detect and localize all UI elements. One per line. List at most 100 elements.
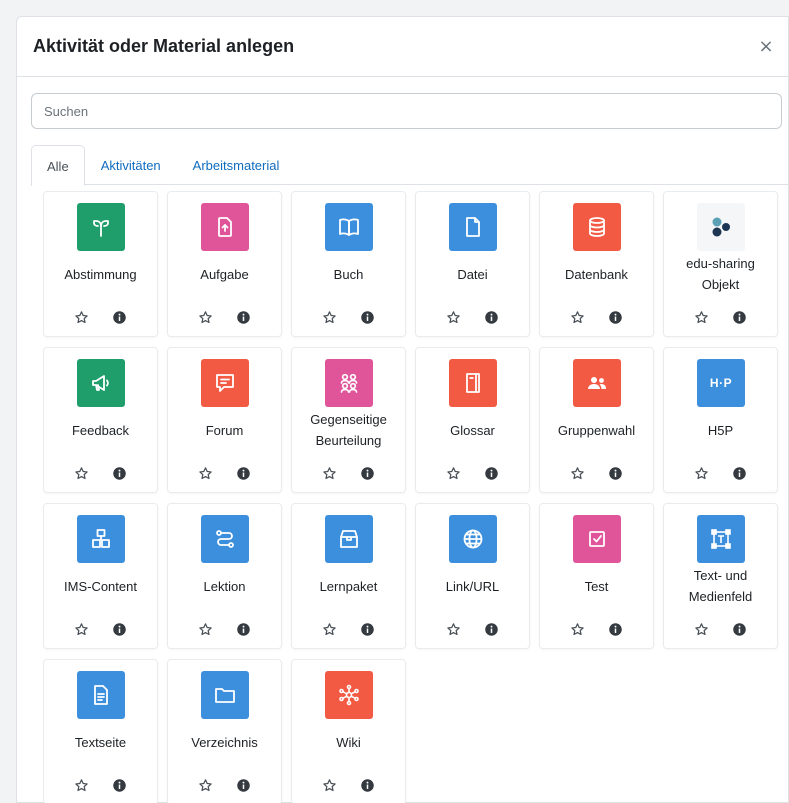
info-icon[interactable] bbox=[111, 776, 129, 794]
info-icon[interactable] bbox=[607, 620, 625, 638]
star-icon[interactable] bbox=[321, 308, 339, 326]
glossary-icon bbox=[449, 359, 497, 407]
info-icon[interactable] bbox=[235, 776, 253, 794]
module-tile[interactable]: Text- und Medienfeld bbox=[663, 503, 778, 649]
module-actions bbox=[540, 618, 653, 640]
star-icon[interactable] bbox=[321, 620, 339, 638]
module-tile[interactable]: H·P H5P bbox=[663, 347, 778, 493]
module-tile[interactable]: Feedback bbox=[43, 347, 158, 493]
module-label: Lektion bbox=[203, 578, 246, 594]
info-icon[interactable] bbox=[111, 620, 129, 638]
star-icon[interactable] bbox=[569, 464, 587, 482]
module-tile[interactable]: Lektion bbox=[167, 503, 282, 649]
tab-all[interactable]: Alle bbox=[31, 145, 85, 186]
choice-icon bbox=[77, 203, 125, 251]
module-actions bbox=[540, 462, 653, 484]
star-icon[interactable] bbox=[197, 776, 215, 794]
info-icon[interactable] bbox=[483, 620, 501, 638]
star-icon[interactable] bbox=[445, 464, 463, 482]
module-actions bbox=[168, 306, 281, 328]
group-icon bbox=[573, 359, 621, 407]
tab-resources[interactable]: Arbeitsmaterial bbox=[177, 145, 296, 185]
module-tile[interactable]: IMS-Content bbox=[43, 503, 158, 649]
module-tile[interactable]: Datenbank bbox=[539, 191, 654, 337]
info-icon[interactable] bbox=[235, 464, 253, 482]
module-tile[interactable]: Glossar bbox=[415, 347, 530, 493]
module-label: Buch bbox=[333, 266, 364, 282]
module-label: Verzeichnis bbox=[191, 734, 258, 750]
module-tile[interactable]: Textseite bbox=[43, 659, 158, 803]
info-icon[interactable] bbox=[607, 464, 625, 482]
info-icon[interactable] bbox=[483, 464, 501, 482]
module-label: Text- und Medienfeld bbox=[688, 568, 753, 604]
module-actions bbox=[168, 774, 281, 796]
tab-activities[interactable]: Aktivitäten bbox=[85, 145, 177, 185]
wiki-icon bbox=[325, 671, 373, 719]
module-actions bbox=[44, 774, 157, 796]
module-tile[interactable]: edu-sharing Objekt bbox=[663, 191, 778, 337]
star-icon[interactable] bbox=[693, 464, 711, 482]
ims-icon bbox=[77, 515, 125, 563]
page-icon bbox=[77, 671, 125, 719]
info-icon[interactable] bbox=[731, 464, 749, 482]
star-icon[interactable] bbox=[197, 308, 215, 326]
module-tile[interactable]: Gegenseitige Beurteilung bbox=[291, 347, 406, 493]
star-icon[interactable] bbox=[197, 464, 215, 482]
search-input[interactable] bbox=[31, 93, 782, 129]
info-icon[interactable] bbox=[111, 464, 129, 482]
module-tile[interactable]: Gruppenwahl bbox=[539, 347, 654, 493]
label-icon bbox=[697, 515, 745, 563]
star-icon[interactable] bbox=[445, 308, 463, 326]
module-label: Datei bbox=[457, 266, 488, 282]
star-icon[interactable] bbox=[73, 776, 91, 794]
module-label: Test bbox=[584, 578, 609, 594]
module-tile[interactable]: Wiki bbox=[291, 659, 406, 803]
star-icon[interactable] bbox=[73, 620, 91, 638]
info-icon[interactable] bbox=[483, 308, 501, 326]
star-icon[interactable] bbox=[321, 776, 339, 794]
module-tile[interactable]: Datei bbox=[415, 191, 530, 337]
module-label: Feedback bbox=[71, 422, 130, 438]
module-tile[interactable]: Link/URL bbox=[415, 503, 530, 649]
module-tile[interactable]: Forum bbox=[167, 347, 282, 493]
module-label: Wiki bbox=[336, 734, 361, 750]
star-icon[interactable] bbox=[197, 620, 215, 638]
star-icon[interactable] bbox=[445, 620, 463, 638]
module-actions bbox=[44, 462, 157, 484]
module-label: H5P bbox=[707, 422, 734, 438]
module-label: Lernpaket bbox=[319, 578, 378, 594]
info-icon[interactable] bbox=[731, 620, 749, 638]
info-icon[interactable] bbox=[359, 620, 377, 638]
scorm-icon bbox=[325, 515, 373, 563]
star-icon[interactable] bbox=[569, 620, 587, 638]
star-icon[interactable] bbox=[693, 620, 711, 638]
module-actions bbox=[664, 306, 777, 328]
module-tile[interactable]: Abstimmung bbox=[43, 191, 158, 337]
module-tile[interactable]: Lernpaket bbox=[291, 503, 406, 649]
module-actions bbox=[292, 618, 405, 640]
star-icon[interactable] bbox=[693, 308, 711, 326]
info-icon[interactable] bbox=[235, 308, 253, 326]
module-actions bbox=[44, 306, 157, 328]
info-icon[interactable] bbox=[359, 308, 377, 326]
module-label: Link/URL bbox=[445, 578, 500, 594]
quiz-icon bbox=[573, 515, 621, 563]
module-tile[interactable]: Test bbox=[539, 503, 654, 649]
module-tile[interactable]: Verzeichnis bbox=[167, 659, 282, 803]
info-icon[interactable] bbox=[359, 776, 377, 794]
star-icon[interactable] bbox=[73, 464, 91, 482]
info-icon[interactable] bbox=[359, 464, 377, 482]
close-button[interactable]: × bbox=[756, 37, 776, 57]
module-tile[interactable]: Buch bbox=[291, 191, 406, 337]
info-icon[interactable] bbox=[731, 308, 749, 326]
module-label: Forum bbox=[205, 422, 244, 438]
info-icon[interactable] bbox=[111, 308, 129, 326]
star-icon[interactable] bbox=[73, 308, 91, 326]
tab-bar: Alle Aktivitäten Arbeitsmaterial bbox=[31, 145, 788, 186]
info-icon[interactable] bbox=[235, 620, 253, 638]
book-icon bbox=[325, 203, 373, 251]
star-icon[interactable] bbox=[569, 308, 587, 326]
info-icon[interactable] bbox=[607, 308, 625, 326]
star-icon[interactable] bbox=[321, 464, 339, 482]
module-tile[interactable]: Aufgabe bbox=[167, 191, 282, 337]
